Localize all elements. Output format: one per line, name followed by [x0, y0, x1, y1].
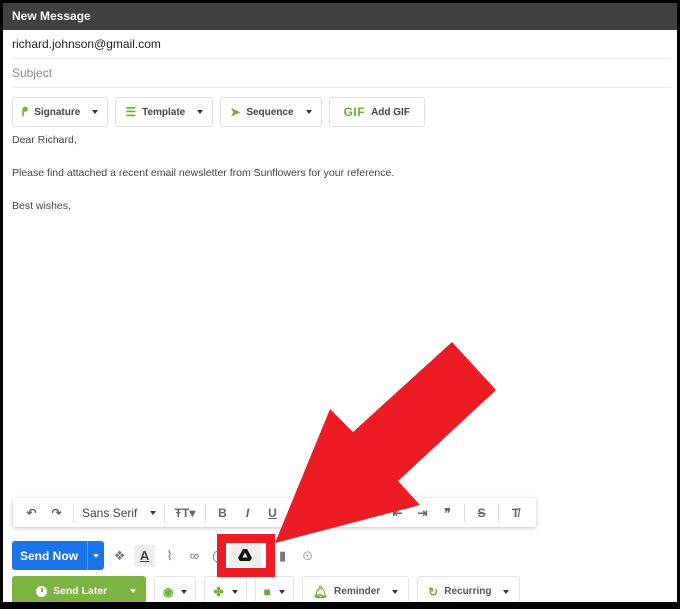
send-options-dropdown[interactable] — [87, 541, 104, 570]
chevron-down-icon — [503, 589, 510, 594]
remove-formatting-icon[interactable]: T̸ — [503, 506, 528, 520]
signature-label: Signature — [34, 106, 81, 118]
divider — [164, 503, 165, 522]
compose-actions: ❖ A ⌇ ∞ ◯ ▮ ⏲ — [109, 544, 318, 567]
template-button[interactable]: ☰ Template — [115, 97, 214, 127]
divider — [498, 503, 499, 522]
chevron-down-icon — [392, 589, 399, 594]
undo-icon[interactable]: ↶ — [19, 506, 44, 520]
chevron-down-icon — [197, 110, 204, 114]
chevron-down-icon — [150, 510, 156, 515]
body-line: Best wishes, — [12, 200, 71, 212]
send-later-label: Send Later — [53, 585, 108, 597]
formatting-toggle-icon[interactable]: A — [134, 544, 156, 567]
send-plane-icon: ➤ — [230, 105, 241, 119]
text-color-icon[interactable]: A — [285, 506, 310, 520]
font-size-icon[interactable]: ŦT▾ — [169, 506, 201, 520]
signature-button[interactable]: ᖰ Signature — [12, 97, 109, 127]
indent-more-icon[interactable]: ⇥ — [410, 506, 435, 520]
bulleted-list-icon[interactable]: ≡ — [360, 506, 385, 520]
dropbox-icon[interactable]: ❖ — [109, 545, 130, 567]
chevron-down-icon[interactable] — [130, 589, 136, 593]
indent-less-icon[interactable]: ⇤ — [385, 506, 410, 520]
recurring-label: Recurring — [444, 586, 492, 597]
bold-icon[interactable]: B — [210, 506, 235, 520]
body-line: Dear Richard, — [12, 134, 77, 146]
highlight-box — [217, 534, 275, 577]
chevron-down-icon — [181, 589, 188, 594]
send-later-button[interactable]: Send Later — [12, 576, 146, 602]
formatting-toolbar: ↶ ↷ Sans Serif ŦT▾ B I U A ≡ ≡ ≡ ⇤ ⇥ ❞ S… — [13, 498, 536, 527]
refresh-icon: ↻ — [428, 584, 439, 599]
chevron-down-icon — [93, 553, 100, 558]
underline-icon[interactable]: U — [260, 506, 285, 520]
message-body[interactable]: Dear Richard, Please find attached a rec… — [12, 133, 394, 232]
template-label: Template — [142, 106, 186, 118]
scheduling-toolbar: Send Later ◉ ✤ ■ 🔔︎ Reminder ↻ Recurring — [12, 576, 521, 602]
redo-icon[interactable]: ↷ — [44, 506, 69, 520]
divider — [464, 503, 465, 522]
divider — [73, 503, 74, 522]
chevron-down-icon — [231, 589, 238, 594]
font-family-select[interactable]: Sans Serif — [78, 506, 160, 520]
chevron-down-icon — [305, 110, 312, 114]
insert-link-icon[interactable]: ∞ — [184, 545, 205, 567]
puzzle-icon: ✤ — [213, 584, 224, 599]
body-line: Please find attached a recent email news… — [12, 167, 395, 179]
font-family-value: Sans Serif — [82, 505, 138, 520]
notes-button[interactable]: ■ — [254, 576, 294, 602]
window-title: New Message — [3, 3, 677, 30]
gif-icon: GIF — [343, 105, 366, 119]
chevron-down-icon — [278, 589, 285, 594]
italic-icon[interactable]: I — [235, 506, 260, 520]
divider — [205, 503, 206, 522]
subject-field[interactable]: Subject — [12, 59, 671, 88]
sequence-label: Sequence — [246, 106, 294, 118]
signature-icon: ᖰ — [22, 104, 29, 119]
add-gif-label: Add GIF — [371, 106, 410, 118]
attach-file-icon[interactable]: ⌇ — [159, 545, 180, 567]
reminder-button[interactable]: 🔔︎ Reminder — [301, 576, 410, 602]
recurring-button[interactable]: ↻ Recurring — [417, 576, 521, 602]
confidential-mode-icon[interactable]: ⏲ — [297, 545, 318, 567]
reminder-label: Reminder — [334, 586, 381, 597]
add-gif-button[interactable]: GIF Add GIF — [328, 97, 425, 127]
addon-toolbar: ᖰ Signature ☰ Template ➤ Sequence GIF Ad… — [12, 97, 425, 128]
eye-icon: ◉ — [163, 584, 174, 599]
note-icon: ■ — [263, 584, 271, 599]
send-now-button[interactable]: Send Now — [12, 541, 105, 570]
strikethrough-icon[interactable]: S — [469, 506, 494, 520]
bell-icon: 🔔︎ — [312, 584, 329, 599]
clock-icon — [36, 585, 47, 597]
quote-icon[interactable]: ❞ — [435, 506, 460, 520]
to-field[interactable]: richard.johnson@gmail.com — [12, 30, 671, 59]
send-now-label: Send Now — [20, 548, 79, 563]
insert-photo-icon[interactable]: ▮ — [272, 545, 293, 567]
template-icon: ☰ — [125, 105, 137, 119]
compose-window: New Message richard.johnson@gmail.com Su… — [3, 3, 677, 602]
sequence-button[interactable]: ➤ Sequence — [220, 97, 322, 127]
chevron-down-icon — [92, 110, 99, 114]
numbered-list-icon[interactable]: ≡ — [335, 506, 360, 520]
plugins-button[interactable]: ✤ — [204, 576, 247, 602]
tracking-button[interactable]: ◉ — [154, 576, 197, 602]
align-icon[interactable]: ≡ — [310, 506, 335, 520]
